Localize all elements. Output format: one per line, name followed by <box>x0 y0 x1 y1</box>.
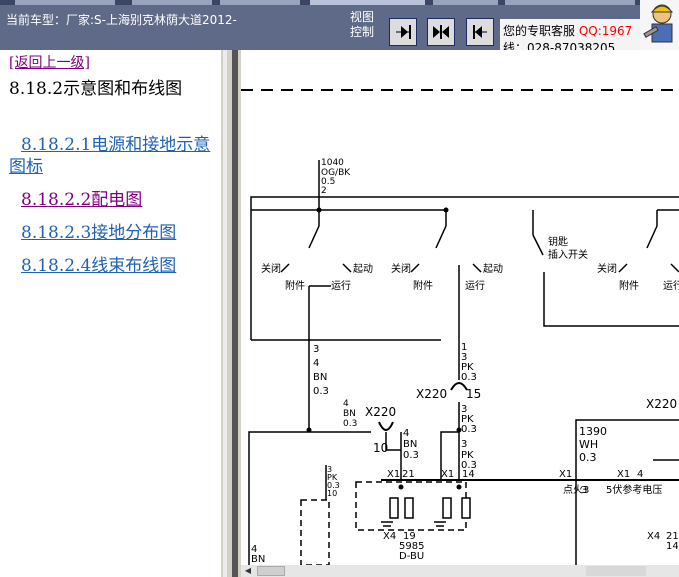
arrow-left-bar-icon <box>473 25 487 39</box>
toc-link-power-ground[interactable]: 8.18.2.1电源和接地示意图标 <box>9 134 214 178</box>
wire-mid2-gauge: 0.3 <box>461 424 477 435</box>
panel-splitter[interactable] <box>221 50 241 577</box>
wiring-diagram: 1040 OG/BK 0.5 2 关闭 起动 附件 运行 关闭 起动 附件 运行… <box>241 50 679 565</box>
x4-b-label: X4 <box>647 531 660 542</box>
x1-a-label: X1 <box>387 469 400 480</box>
wire-bn-gauge: 0.3 <box>403 450 419 461</box>
toc-link-harness-routing[interactable]: 8.18.2.4线束布线图 <box>9 255 214 277</box>
wiring-diagram-svg: 1040 OG/BK 0.5 2 关闭 起动 附件 运行 关闭 起动 附件 运行… <box>241 89 679 565</box>
current-car-model: 当前车型：厂家:S-上海别克林荫大道2012- <box>6 13 237 27</box>
contact-text: 您的专职客服 <box>503 24 576 38</box>
mascot-mechanic-icon <box>640 0 679 50</box>
toolbar-tab[interactable] <box>433 0 498 5</box>
key-switch-label-2: 插入开关 <box>548 248 588 261</box>
wire-left-pin: 3 <box>313 344 319 355</box>
splitter-highlight <box>223 50 227 577</box>
switch1-start: 起动 <box>353 263 373 275</box>
x4-a-wire-color: D-BU <box>399 551 424 562</box>
toolbar-tab[interactable] <box>15 0 115 5</box>
customer-service-box: 您的专职客服 QQ:1967 线：028-87038205 <box>500 19 640 55</box>
split-arrows-icon <box>433 25 449 39</box>
split-view-button[interactable] <box>427 18 455 46</box>
toc-link-power-distribution[interactable]: 8.18.2.2配电图 <box>9 189 214 211</box>
x4-a-label: X4 <box>383 531 396 542</box>
switch1-acc: 附件 <box>285 279 305 292</box>
sidebar: [返回上一级] 8.18.2示意图和布线图 8.18.2.1电源和接地示意图标 … <box>0 50 221 577</box>
top-toolbar: 当前车型：厂家:S-上海别克林荫大道2012- 视图控制 您的专职客服 QQ:1… <box>0 0 679 55</box>
switch2-off: 关闭 <box>391 262 411 275</box>
toolbar-tab[interactable] <box>505 0 635 5</box>
wire-small-pin: 10 <box>327 489 337 498</box>
section-title: 8.18.2示意图和布线图 <box>9 79 183 99</box>
view-control-label: 视图控制 <box>350 10 375 39</box>
connector-x220-b: X220 <box>365 405 396 419</box>
switch3-run: 运行 <box>663 279 679 292</box>
x1-b-label: X1 <box>441 469 454 480</box>
x1-b-pin: 14 <box>462 469 475 480</box>
wire-pk-num: 3 <box>461 439 467 450</box>
switch2-start: 起动 <box>483 263 503 275</box>
qq-link[interactable]: QQ:1967 <box>579 24 632 38</box>
scroll-left-icon[interactable]: ◀ <box>242 566 254 576</box>
scrollbar-grip[interactable] <box>586 566 646 576</box>
connector-x220-b-pin: 10 <box>373 441 388 455</box>
wire-top-label: 1040 <box>321 158 344 168</box>
x1-d-pin: 4 <box>637 469 643 480</box>
key-switch-label-1: 钥匙 <box>548 235 568 248</box>
switch3-off: 关闭 <box>597 262 617 275</box>
switch1-off: 关闭 <box>261 262 281 275</box>
wire-right-gauge: 0.3 <box>579 451 597 464</box>
next-page-button[interactable] <box>389 18 417 46</box>
arrow-right-bar-icon <box>396 25 411 39</box>
ignition-3-label: 点火3 <box>563 484 589 496</box>
x4-b-wire: 143 <box>666 541 679 552</box>
toolbar-tab[interactable] <box>310 0 425 5</box>
horizontal-scrollbar[interactable]: ◀ <box>241 565 679 577</box>
connector-x220-a: X220 <box>416 387 447 401</box>
contact-line: 您的专职客服 QQ:1967 <box>503 22 632 39</box>
toolbar-top-strip <box>0 0 679 5</box>
wire-mid-gauge: 0.3 <box>461 372 477 383</box>
toc-link-ground-distribution[interactable]: 8.18.2.3接地分布图 <box>9 222 214 244</box>
x1-d-label: X1 <box>617 469 630 480</box>
wire-left-color: BN <box>313 372 327 383</box>
wire-left-gauge: 0.3 <box>313 386 329 397</box>
x1-c-label: X1 <box>559 469 572 480</box>
switch3-acc: 附件 <box>619 279 639 292</box>
connector-x220-a-pin: 15 <box>466 387 481 401</box>
connector-x220-c: X220 <box>646 397 677 411</box>
ref-voltage-label: 5伏参考电压 <box>606 483 662 496</box>
switch2-run: 运行 <box>465 279 485 292</box>
switch2-acc: 附件 <box>413 279 433 292</box>
wire-left2-color: BN <box>343 409 356 419</box>
wire-right-color: WH <box>579 438 598 451</box>
switch1-run: 运行 <box>331 279 351 292</box>
wire-right-num: 1390 <box>579 425 607 438</box>
x1-a-pin: 21 <box>402 469 415 480</box>
splitter-shadow <box>232 50 238 577</box>
prev-page-button[interactable] <box>466 18 494 46</box>
toolbar-tab[interactable] <box>132 0 212 5</box>
wire-left-num: 4 <box>313 358 319 369</box>
scrollbar-thumb[interactable] <box>257 566 285 576</box>
wire-left2-num: 4 <box>343 399 349 409</box>
wire-top-pin: 2 <box>321 186 327 196</box>
toolbar-tab[interactable] <box>220 0 300 5</box>
bottom-left-color: BN <box>251 554 265 565</box>
wire-bn-num: 4 <box>403 428 409 439</box>
wire-left2-gauge: 0.3 <box>343 419 357 429</box>
back-link[interactable]: [返回上一级] <box>9 52 90 72</box>
wire-bn-color: BN <box>403 439 417 450</box>
